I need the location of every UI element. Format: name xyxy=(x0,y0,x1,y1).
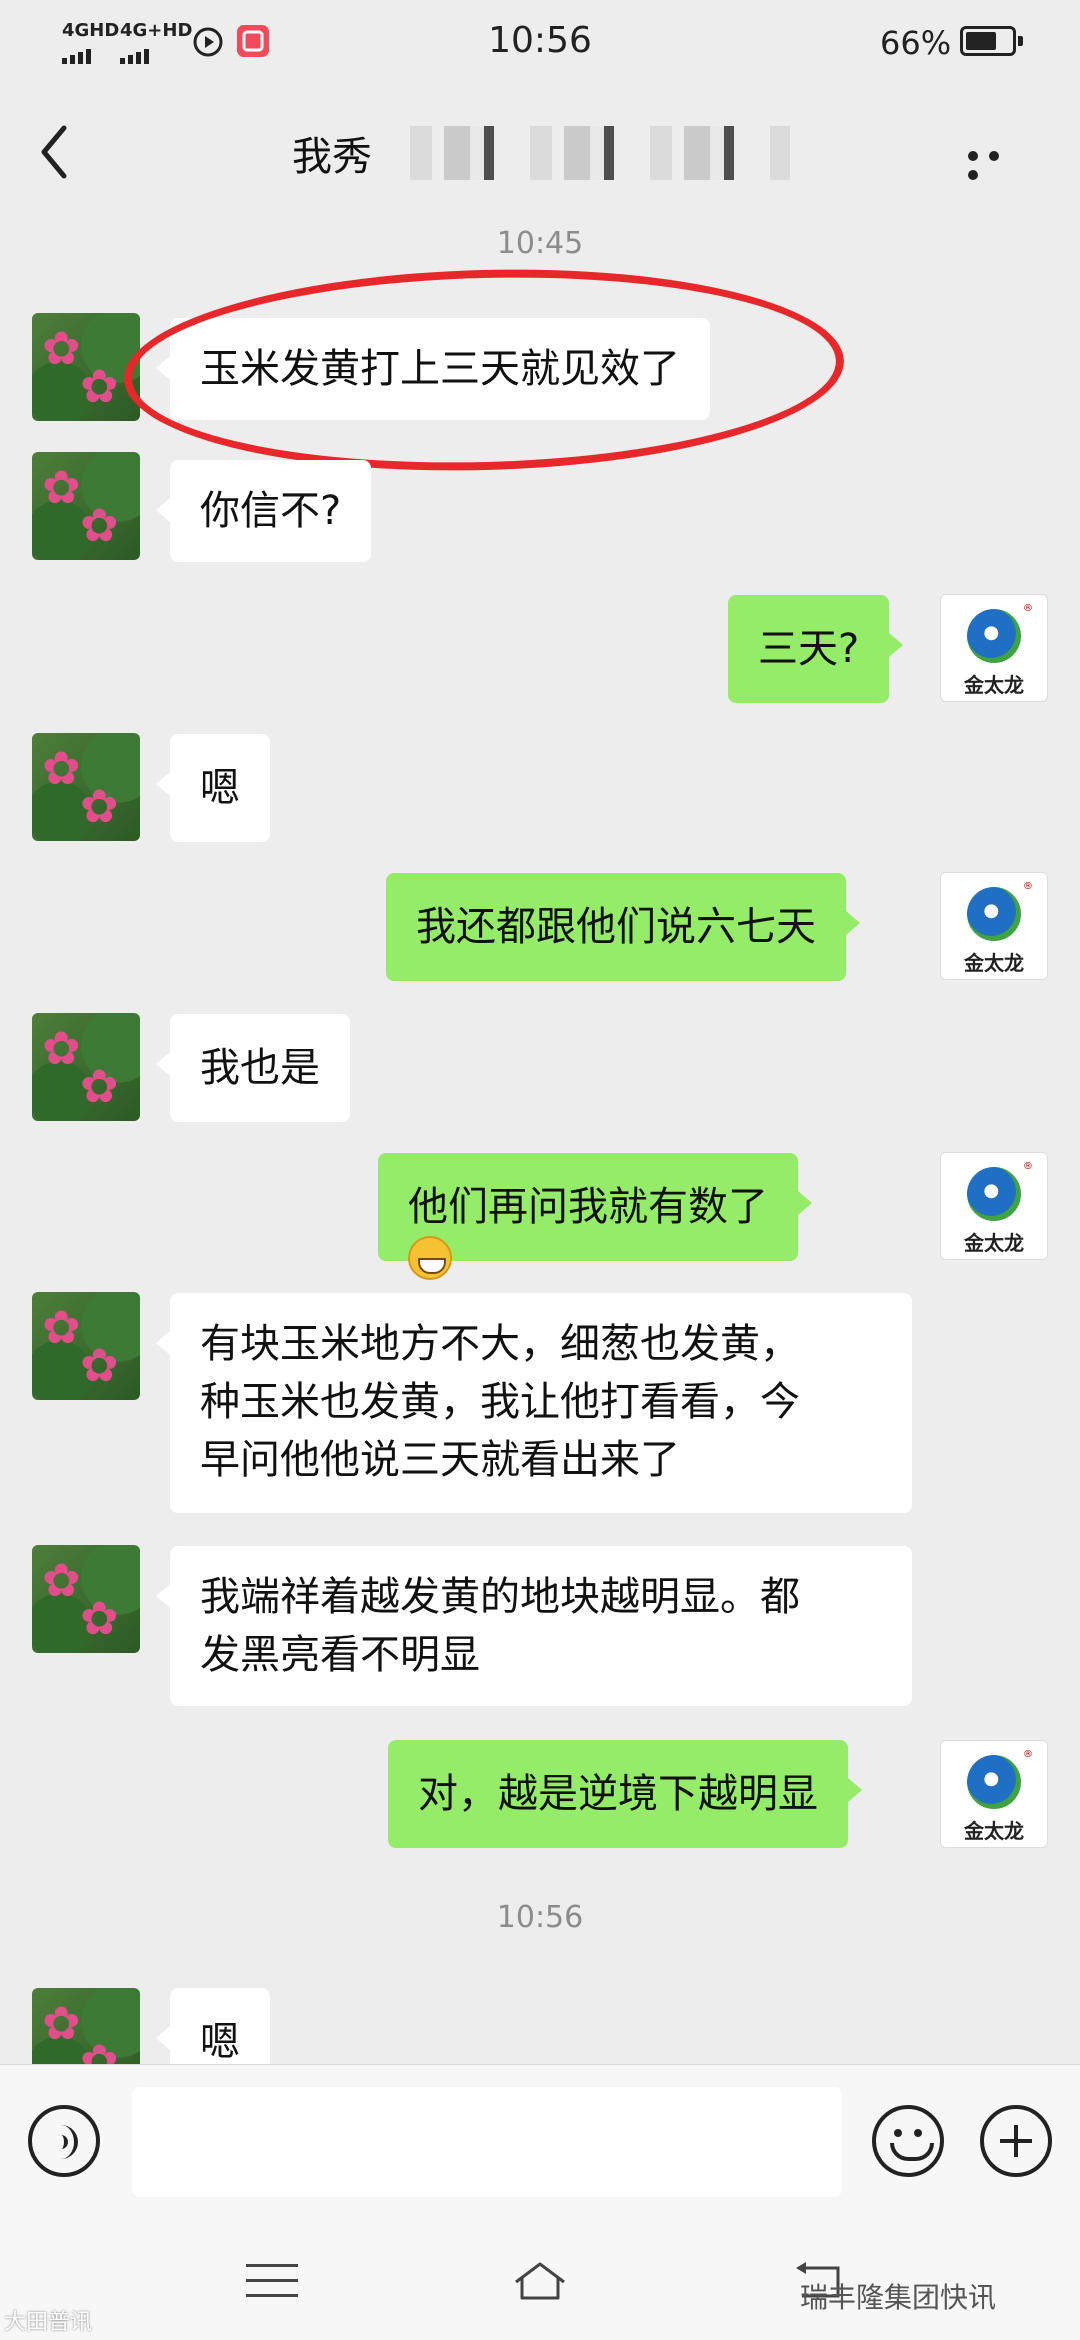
chat-header: 我秀 xyxy=(0,82,1080,218)
back-arrow-icon[interactable] xyxy=(36,122,76,182)
lotus-icon: ✿ xyxy=(80,498,119,552)
blurred-title-region xyxy=(410,126,790,180)
message-text: 他们再问我就有数了 xyxy=(408,1184,768,1230)
red-circle-annotation xyxy=(121,260,847,480)
registered-mark: ® xyxy=(1023,881,1033,892)
message-bubble[interactable]: 他们再问我就有数了 xyxy=(378,1153,812,1280)
input-bar xyxy=(0,2064,1080,2222)
message-text: 我也是 xyxy=(200,1045,320,1091)
globe-logo-icon xyxy=(967,887,1021,941)
message-text: 嗯 xyxy=(200,765,240,811)
more-options-icon[interactable] xyxy=(968,146,1028,180)
lotus-icon: ✿ xyxy=(42,1021,81,1075)
brand-label: 金太龙 xyxy=(964,1819,1024,1843)
home-icon[interactable] xyxy=(512,2260,568,2302)
message-timestamp: 10:45 xyxy=(496,226,584,261)
registered-mark: ® xyxy=(1023,1161,1033,1172)
message-text-line: 发黑亮看不明显 xyxy=(200,1632,480,1678)
message-text: 对，越是逆境下越明显 xyxy=(418,1771,818,1817)
message-bubble[interactable]: 嗯 xyxy=(156,1988,270,2064)
globe-logo-icon xyxy=(967,1755,1021,1809)
message-timestamp: 10:56 xyxy=(496,1900,584,1935)
message-bubble[interactable]: 我还都跟他们说六七天 xyxy=(386,873,860,981)
contact-avatar[interactable]: ✿ ✿ xyxy=(32,313,140,421)
self-avatar[interactable]: ® 金太龙 xyxy=(940,594,1048,702)
lotus-icon: ✿ xyxy=(80,359,119,413)
message-text-line: 早问他他说三天就看出来了 xyxy=(200,1437,680,1483)
contact-avatar[interactable]: ✿ ✿ xyxy=(32,1292,140,1400)
message-bubble[interactable]: 我也是 xyxy=(156,1014,350,1122)
lotus-icon: ✿ xyxy=(80,779,119,833)
registered-mark: ® xyxy=(1023,603,1033,614)
message-bubble[interactable]: 有块玉米地方不大，细葱也发黄， 种玉米也发黄，我让他打看看，今 早问他他说三天就… xyxy=(156,1293,912,1513)
brand-label: 金太龙 xyxy=(964,673,1024,697)
contact-avatar[interactable]: ✿ ✿ xyxy=(32,452,140,560)
registered-mark: ® xyxy=(1023,1749,1033,1760)
battery-icon xyxy=(960,26,1023,56)
lotus-icon: ✿ xyxy=(80,1338,119,1392)
battery-percent: 66% xyxy=(880,24,952,62)
globe-logo-icon xyxy=(967,609,1021,663)
message-text: 你信不? xyxy=(200,488,342,534)
lotus-icon: ✿ xyxy=(42,741,81,795)
brand-label: 金太龙 xyxy=(964,951,1024,975)
message-input[interactable] xyxy=(132,2087,842,2197)
partial-message-row: ✿ ✿ 嗯 xyxy=(0,1980,1080,2064)
lotus-icon: ✿ xyxy=(42,1996,81,2050)
message-text: 嗯 xyxy=(200,2019,240,2064)
brand-label: 金太龙 xyxy=(964,1231,1024,1255)
message-text-line: 有块玉米地方不大，细葱也发黄， xyxy=(200,1321,800,1367)
contact-avatar[interactable]: ✿ ✿ xyxy=(32,733,140,841)
contact-avatar[interactable]: ✿ ✿ xyxy=(32,1988,140,2064)
lotus-icon: ✿ xyxy=(42,1300,81,1354)
lotus-icon: ✿ xyxy=(42,460,81,514)
add-attachment-icon[interactable] xyxy=(980,2105,1052,2177)
message-bubble[interactable]: 对，越是逆境下越明显 xyxy=(388,1740,862,1848)
message-text-line: 种玉米也发黄，我让他打看看，今 xyxy=(200,1379,800,1425)
status-bar: 4GHD 4G+HD 10:56 66% xyxy=(0,0,1080,82)
globe-logo-icon xyxy=(967,1167,1021,1221)
lotus-icon: ✿ xyxy=(80,1591,119,1645)
message-bubble[interactable]: 三天? xyxy=(728,595,904,703)
emoji-icon[interactable] xyxy=(872,2105,944,2177)
self-avatar[interactable]: ® 金太龙 xyxy=(940,872,1048,980)
lotus-icon: ✿ xyxy=(80,1059,119,1113)
watermark-right: 瑞丰隆集团快讯 xyxy=(800,2281,997,2314)
lotus-icon: ✿ xyxy=(80,2034,119,2064)
voice-input-icon[interactable] xyxy=(28,2105,100,2177)
lotus-icon: ✿ xyxy=(42,1553,81,1607)
message-bubble[interactable]: 我端祥着越发黄的地块越明显。都 发黑亮看不明显 xyxy=(156,1546,912,1706)
contact-avatar[interactable]: ✿ ✿ xyxy=(32,1013,140,1121)
lotus-icon: ✿ xyxy=(42,321,81,375)
message-text: 三天? xyxy=(758,626,860,672)
chat-title: 我秀 xyxy=(292,134,372,180)
message-bubble[interactable]: 嗯 xyxy=(156,734,270,842)
contact-avatar[interactable]: ✿ ✿ xyxy=(32,1545,140,1653)
grin-emoji-icon xyxy=(408,1236,452,1280)
self-avatar[interactable]: ® 金太龙 xyxy=(940,1740,1048,1848)
message-bubble[interactable]: 你信不? xyxy=(155,460,372,562)
self-avatar[interactable]: ® 金太龙 xyxy=(940,1152,1048,1260)
menu-icon[interactable] xyxy=(246,2264,298,2298)
message-text-line: 我端祥着越发黄的地块越明显。都 xyxy=(200,1574,800,1620)
message-text: 我还都跟他们说六七天 xyxy=(416,904,816,950)
watermark-left: 大田普讯 xyxy=(4,2310,93,2335)
